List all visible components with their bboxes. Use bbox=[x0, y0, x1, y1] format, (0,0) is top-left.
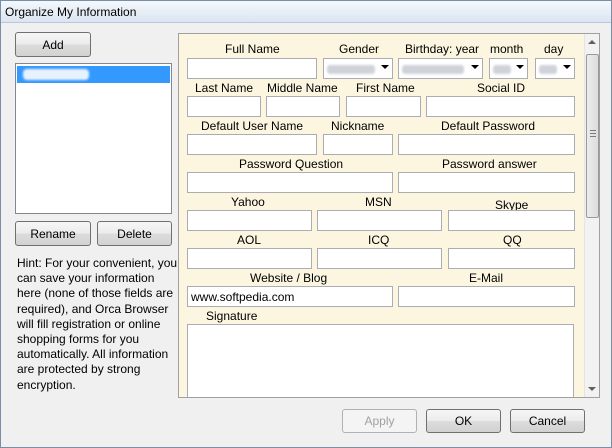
rename-button[interactable]: Rename bbox=[15, 221, 91, 246]
grip-line bbox=[590, 136, 596, 137]
qq-field[interactable] bbox=[448, 248, 575, 269]
day-select[interactable] bbox=[535, 58, 575, 79]
middle-name-label: Middle Name bbox=[267, 81, 338, 95]
chevron-down-icon bbox=[471, 65, 479, 69]
yahoo-label: Yahoo bbox=[231, 195, 265, 209]
signature-label: Signature bbox=[206, 309, 258, 323]
default-user-name-field[interactable] bbox=[187, 134, 317, 155]
birthday-year-label: Birthday: year bbox=[405, 42, 480, 56]
password-question-field[interactable] bbox=[187, 172, 393, 193]
info-form-panel: Full Name Gender Birthday: year month da… bbox=[178, 33, 600, 398]
delete-button[interactable]: Delete bbox=[97, 221, 172, 246]
aol-field[interactable] bbox=[187, 248, 312, 269]
first-name-label: First Name bbox=[356, 81, 415, 95]
password-answer-label: Password answer bbox=[442, 157, 537, 171]
website-field[interactable] bbox=[187, 286, 393, 307]
hint-text: Hint: For your convenient, you can save … bbox=[17, 256, 178, 392]
redacted-year-value bbox=[402, 65, 464, 74]
msn-label: MSN bbox=[365, 195, 392, 209]
organize-info-window: Organize My Information Add Rename Delet… bbox=[0, 0, 612, 448]
month-select[interactable] bbox=[489, 58, 528, 79]
birthday-year-select[interactable] bbox=[398, 58, 483, 79]
arrow-up-icon[interactable] bbox=[588, 40, 596, 44]
chevron-down-icon bbox=[516, 65, 524, 69]
email-label: E-Mail bbox=[469, 271, 504, 285]
password-answer-field[interactable] bbox=[398, 172, 575, 193]
scrollbar-thumb[interactable] bbox=[586, 54, 599, 218]
social-id-label: Social ID bbox=[477, 81, 526, 95]
redacted-gender-value bbox=[327, 65, 375, 74]
website-label: Website / Blog bbox=[250, 271, 328, 285]
apply-button[interactable]: Apply bbox=[342, 409, 417, 433]
full-name-field[interactable] bbox=[187, 58, 317, 79]
month-label: month bbox=[490, 42, 524, 56]
default-password-field[interactable] bbox=[398, 134, 575, 155]
default-user-name-label: Default User Name bbox=[201, 119, 304, 133]
nickname-field[interactable] bbox=[323, 134, 393, 155]
default-password-label: Default Password bbox=[441, 119, 536, 133]
title-bar: Organize My Information bbox=[1, 1, 611, 23]
last-name-label: Last Name bbox=[195, 81, 254, 95]
profile-list[interactable] bbox=[15, 63, 172, 214]
skype-field[interactable] bbox=[448, 210, 575, 231]
qq-label: QQ bbox=[503, 233, 522, 247]
first-name-field[interactable] bbox=[346, 96, 421, 117]
full-name-label: Full Name bbox=[225, 42, 280, 56]
nickname-label: Nickname bbox=[331, 119, 385, 133]
cancel-button[interactable]: Cancel bbox=[510, 409, 585, 433]
gender-select[interactable] bbox=[323, 58, 393, 79]
redacted-day-value bbox=[539, 65, 557, 74]
grip-line bbox=[590, 133, 596, 134]
last-name-field[interactable] bbox=[187, 96, 261, 117]
form-scrollbar[interactable] bbox=[584, 34, 599, 397]
add-button[interactable]: Add bbox=[15, 32, 91, 57]
chevron-down-icon bbox=[381, 65, 389, 69]
aol-label: AOL bbox=[237, 233, 262, 247]
icq-label: ICQ bbox=[368, 233, 390, 247]
day-label: day bbox=[544, 42, 564, 56]
icq-field[interactable] bbox=[317, 248, 442, 269]
signature-textarea[interactable] bbox=[187, 324, 574, 397]
arrow-down-icon[interactable] bbox=[588, 387, 596, 391]
redacted-month-value bbox=[493, 65, 511, 74]
grip-line bbox=[590, 130, 596, 131]
middle-name-field[interactable] bbox=[266, 96, 340, 117]
redacted-profile-name bbox=[23, 69, 89, 80]
email-field[interactable] bbox=[398, 286, 575, 307]
ok-button[interactable]: OK bbox=[426, 409, 501, 433]
gender-label: Gender bbox=[339, 42, 380, 56]
list-item-selected[interactable] bbox=[17, 66, 170, 83]
password-question-label: Password Question bbox=[239, 157, 344, 171]
social-id-field[interactable] bbox=[426, 96, 575, 117]
yahoo-field[interactable] bbox=[187, 210, 312, 231]
msn-field[interactable] bbox=[317, 210, 442, 231]
chevron-down-icon bbox=[563, 65, 571, 69]
window-title: Organize My Information bbox=[5, 5, 137, 19]
